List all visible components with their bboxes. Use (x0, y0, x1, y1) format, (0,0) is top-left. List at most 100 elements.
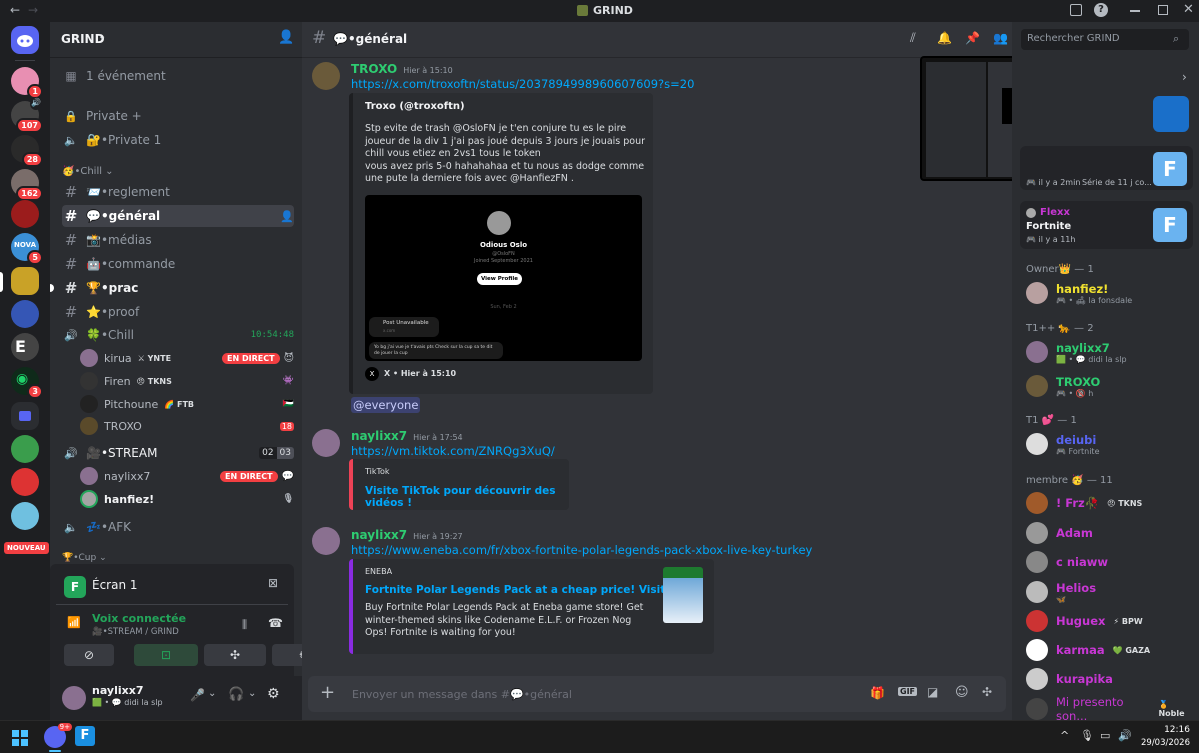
server-icon[interactable]: 28 (11, 135, 43, 167)
server-icon[interactable]: 🔊 107 (11, 98, 43, 133)
server-icon-grind[interactable] (11, 267, 39, 295)
voice-status[interactable]: Voix connectée (92, 612, 186, 625)
voice-channel-stream[interactable]: 🔊 🎥•STREAM 02 03 (62, 442, 294, 464)
help-icon[interactable]: ? (1094, 3, 1108, 17)
activities-button[interactable]: ✣ (204, 644, 266, 666)
chevron-up-icon[interactable]: ^ (1060, 729, 1069, 742)
user-name[interactable]: naylixx7 (92, 684, 143, 697)
embed-title[interactable]: Visite TikTok pour découvrir des vidéos … (365, 485, 569, 509)
server-icon[interactable] (11, 435, 39, 463)
emoji-icon[interactable]: ☺ (955, 685, 969, 700)
members-icon[interactable]: 👥 (993, 31, 1008, 45)
member-item[interactable]: Mi presento son... 🏅 Noble (1026, 695, 1195, 723)
inbox-icon[interactable] (1070, 4, 1082, 16)
events-item[interactable]: ▦ 1 événement (62, 65, 294, 87)
chevron-down-icon[interactable]: ⌄ (208, 688, 216, 699)
apps-icon[interactable]: ✣ (982, 685, 992, 699)
embed-author[interactable]: Troxo (@troxoftn) (365, 101, 465, 112)
category-chill[interactable]: 🥳•Chill ⌄ (62, 166, 114, 177)
stop-stream-icon[interactable]: ⊠ (268, 576, 278, 590)
server-icon[interactable]: ◉ 3 (11, 367, 43, 399)
voice-user[interactable]: kirua ⚔ YNTE EN DIRECT 😈 (80, 347, 294, 369)
member-item[interactable]: ! Frz🥀 😠 TKNS (1026, 489, 1195, 517)
embed-thumbnail[interactable] (663, 567, 703, 623)
microphone-icon[interactable]: 🎙 (1080, 729, 1094, 742)
server-icon[interactable]: 1 (11, 67, 43, 99)
forward-arrow-icon[interactable]: → (28, 3, 38, 17)
server-icon[interactable] (11, 300, 39, 328)
member-item[interactable]: hanfiez! 🎮 • 🛋 la fonsdale (1026, 279, 1195, 307)
settings-gear-icon[interactable]: ⚙ (267, 686, 280, 702)
search-box[interactable]: Rechercher GRIND ⌕ (1021, 29, 1189, 50)
message-input[interactable]: Envoyer un message dans #💬•général (352, 688, 572, 701)
channel-proof[interactable]: # ⭐•proof (62, 301, 294, 323)
gif-icon[interactable]: GIF (898, 687, 918, 696)
network-icon[interactable]: ▭ (1100, 729, 1110, 742)
activity-card[interactable]: Flexx Fortnite 🎮 il y a 11h F (1020, 201, 1193, 249)
server-icon[interactable] (11, 200, 39, 228)
threads-icon[interactable]: ⫽ (910, 31, 916, 46)
invite-people-icon[interactable]: 👤 (278, 30, 294, 45)
voice-user[interactable]: naylixx7 EN DIRECT 💬 (80, 465, 294, 487)
gift-icon[interactable]: 🎁 (870, 686, 885, 700)
server-icon[interactable]: NOVA 5 (11, 233, 43, 265)
back-arrow-icon[interactable]: ← (10, 3, 20, 17)
disconnect-icon[interactable]: ☎ (268, 616, 283, 630)
user-status[interactable]: 🟩 • 💬 didi la slp (92, 698, 163, 707)
clock-date[interactable]: 29/03/2026 (1136, 738, 1190, 748)
discord-taskbar-icon[interactable]: 9+ (44, 723, 72, 748)
server-icon[interactable]: 162 (11, 169, 43, 201)
camera-off-button[interactable]: ⊘ (64, 644, 114, 666)
embed-image[interactable]: Odious Oslo @OsloFN Joined September 202… (365, 195, 642, 361)
server-icon[interactable] (11, 502, 39, 530)
chevron-down-icon[interactable]: ⌄ (248, 688, 256, 699)
member-item[interactable]: Huguex ⚡ BPW (1026, 607, 1195, 635)
chevron-right-icon[interactable]: › (1182, 70, 1187, 84)
microphone-icon[interactable]: 🎤 (190, 688, 205, 702)
windows-start-icon[interactable] (12, 730, 28, 746)
fortnite-taskbar-icon[interactable]: F (75, 726, 95, 746)
message-link[interactable]: https://x.com/troxoftn/status/2037894998… (351, 77, 694, 91)
folder-icon[interactable] (11, 402, 39, 430)
clock-time[interactable]: 12:16 (1146, 725, 1190, 735)
message-avatar[interactable] (312, 429, 340, 457)
server-icon[interactable]: E (11, 333, 39, 361)
volume-icon[interactable]: 🔊 (1118, 729, 1132, 742)
maximize-icon[interactable] (1158, 5, 1168, 15)
member-item[interactable]: c niaww (1026, 548, 1195, 576)
noise-suppression-icon[interactable]: ⫼ (242, 618, 247, 632)
activity-card[interactable]: 🎮 il y a 2min Série de 11 j co... F (1020, 146, 1193, 190)
discord-home-icon[interactable] (11, 26, 39, 54)
message-author[interactable]: TROXO (351, 62, 397, 76)
voice-user[interactable]: TROXO 18 (80, 415, 294, 437)
message-author[interactable]: naylixx7 (351, 429, 407, 443)
pin-icon[interactable]: 📌 (965, 31, 980, 45)
channel-commande[interactable]: # 🤖•commande (62, 253, 294, 275)
channel-private-plus[interactable]: 🔒 Private + (62, 105, 294, 127)
server-icon[interactable] (11, 468, 39, 496)
channel-reglement[interactable]: # 📨•reglement (62, 181, 294, 203)
voice-user[interactable]: Pitchoune 🌈 FTB 🇵🇸 (80, 393, 294, 415)
sticker-icon[interactable]: ◪ (927, 685, 938, 699)
channel-private-1[interactable]: 🔈 🔐•Private 1 (62, 129, 294, 151)
embed-title[interactable]: Fortnite Polar Legends Pack at a cheap p… (365, 584, 670, 596)
member-item[interactable]: kurapika (1026, 665, 1195, 693)
channel-prac[interactable]: # 🏆•prac (62, 277, 294, 299)
channel-general[interactable]: # 💬•général 👤 (62, 205, 294, 227)
close-icon[interactable]: ✕ (1183, 2, 1194, 17)
mention-everyone[interactable]: @everyone (351, 397, 421, 413)
headphones-icon[interactable]: 🎧 (228, 687, 244, 702)
member-item[interactable]: naylixx7 🟩 • 💬 didi la slp (1026, 338, 1195, 366)
message-author[interactable]: naylixx7 (351, 528, 407, 542)
minimize-icon[interactable] (1130, 10, 1140, 12)
voice-user[interactable]: Firen 😠 TKNS 👾 (80, 370, 294, 392)
voice-channel-afk[interactable]: 🔈 💤•AFK (62, 516, 294, 538)
bell-icon[interactable]: 🔔 (937, 31, 952, 45)
plus-icon[interactable]: + (320, 682, 335, 703)
voice-user[interactable]: hanfiez! 🎙 (80, 488, 294, 510)
message-avatar[interactable] (312, 527, 340, 555)
voice-channel-chill[interactable]: 🔊 🍀•Chill 10:54:48 (62, 324, 294, 346)
category-cup[interactable]: 🏆•Cup ⌄ (62, 553, 107, 563)
member-item[interactable]: Helios 🦋 (1026, 578, 1195, 606)
member-item[interactable]: Adam (1026, 519, 1195, 547)
